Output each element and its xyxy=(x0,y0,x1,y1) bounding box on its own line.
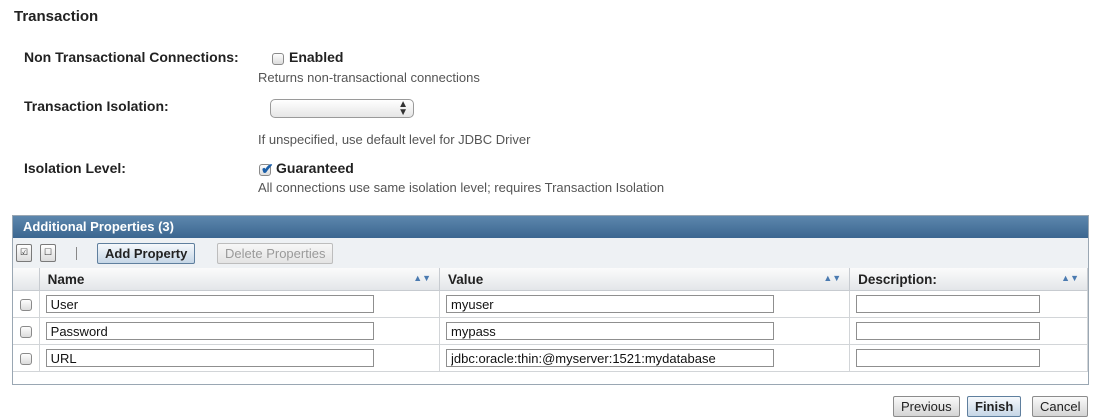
property-name-input[interactable] xyxy=(45,322,374,340)
table-header-row: Name ▲▼ Value ▲▼ Description: ▲▼ xyxy=(13,268,1088,291)
deselect-all-icon[interactable]: ☐ xyxy=(40,244,56,262)
row-checkbox[interactable] xyxy=(19,353,32,366)
isolation-level-help: All connections use same isolation level… xyxy=(258,180,665,195)
enabled-checkbox-label[interactable]: Enabled xyxy=(289,49,343,65)
table-row xyxy=(13,344,1088,372)
cancel-button[interactable]: Cancel xyxy=(1032,396,1089,417)
additional-properties-title: Additional Properties (3) xyxy=(13,216,1088,238)
section-title: Transaction xyxy=(14,8,99,25)
previous-button[interactable]: Previous xyxy=(893,396,960,417)
add-property-button[interactable]: Add Property xyxy=(97,243,196,264)
table-row xyxy=(13,290,1088,318)
value-cell xyxy=(439,317,851,345)
value-cell xyxy=(439,290,851,318)
delete-properties-button[interactable]: Delete Properties xyxy=(217,243,334,264)
name-cell xyxy=(39,290,441,318)
sort-icon[interactable]: ▲▼ xyxy=(823,273,841,283)
column-header-value-label: Value xyxy=(448,271,484,287)
property-value-input[interactable] xyxy=(446,349,775,367)
property-name-input[interactable] xyxy=(45,295,374,313)
column-header-name[interactable]: Name ▲▼ xyxy=(39,268,441,291)
property-description-input[interactable] xyxy=(856,349,1041,367)
properties-table: Name ▲▼ Value ▲▼ Description: ▲▼ xyxy=(13,268,1088,372)
sort-icon[interactable]: ▲▼ xyxy=(413,273,431,283)
value-cell xyxy=(439,344,851,372)
description-cell xyxy=(849,317,1088,345)
transaction-isolation-select[interactable]: ▲ ▼ xyxy=(270,99,414,118)
description-cell xyxy=(849,290,1088,318)
row-select-cell xyxy=(13,344,40,372)
row-checkbox[interactable] xyxy=(19,299,32,312)
non-transactional-label: Non Transactional Connections: xyxy=(24,49,239,65)
description-cell xyxy=(849,344,1088,372)
column-header-description[interactable]: Description: ▲▼ xyxy=(849,268,1088,291)
sort-icon[interactable]: ▲▼ xyxy=(1061,273,1079,283)
property-description-input[interactable] xyxy=(856,295,1041,313)
name-cell xyxy=(39,317,441,345)
select-all-icon[interactable]: ☑ xyxy=(16,244,32,262)
name-cell xyxy=(39,344,441,372)
column-header-value[interactable]: Value ▲▼ xyxy=(439,268,851,291)
guaranteed-checkbox-label[interactable]: Guaranteed xyxy=(276,160,354,176)
property-description-input[interactable] xyxy=(856,322,1041,340)
transaction-isolation-help: If unspecified, use default level for JD… xyxy=(258,132,531,147)
property-value-input[interactable] xyxy=(446,322,775,340)
row-checkbox[interactable] xyxy=(19,326,32,339)
row-select-cell xyxy=(13,317,40,345)
table-row xyxy=(13,317,1088,345)
guaranteed-checkbox[interactable]: ✔ xyxy=(259,161,274,178)
isolation-level-label: Isolation Level: xyxy=(24,160,126,176)
property-name-input[interactable] xyxy=(45,349,374,367)
additional-properties-panel: Additional Properties (3) ☑ ☐ Add Proper… xyxy=(12,215,1089,385)
select-column-header xyxy=(13,268,40,291)
column-header-description-label: Description: xyxy=(858,271,937,287)
checkmark-icon: ✔ xyxy=(261,161,274,178)
non-transactional-help: Returns non-transactional connections xyxy=(258,70,480,85)
transaction-isolation-label: Transaction Isolation: xyxy=(24,98,169,114)
enabled-checkbox[interactable] xyxy=(272,53,284,65)
select-arrows-icon: ▲ ▼ xyxy=(398,99,408,118)
column-header-name-label: Name xyxy=(47,271,85,287)
property-value-input[interactable] xyxy=(446,295,775,313)
toolbar-divider xyxy=(76,247,77,260)
finish-button[interactable]: Finish xyxy=(967,396,1022,417)
row-select-cell xyxy=(13,290,40,318)
properties-toolbar: ☑ ☐ Add Property Delete Properties xyxy=(13,238,1088,269)
